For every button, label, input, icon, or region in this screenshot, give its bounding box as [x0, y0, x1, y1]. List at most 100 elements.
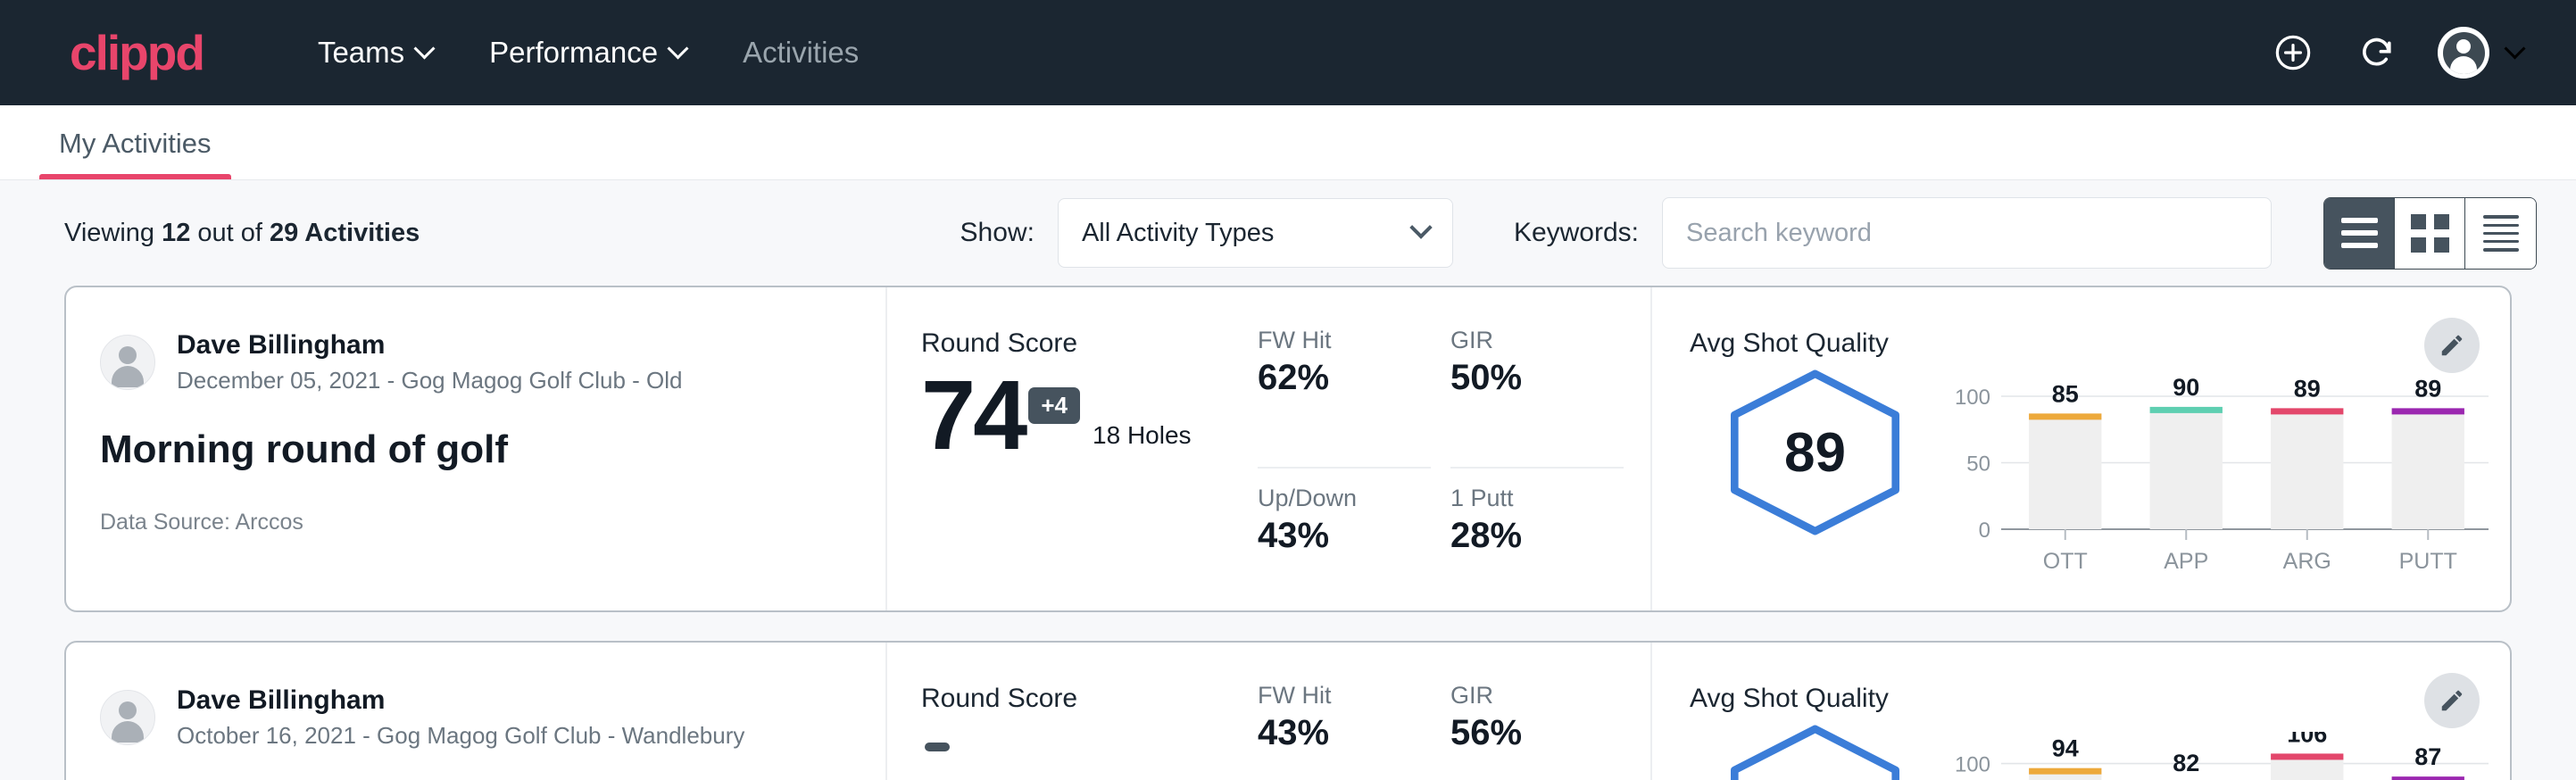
refresh-icon[interactable]: [2354, 29, 2400, 76]
quality-hexagon: [1724, 723, 1907, 780]
chevron-down-icon: [414, 37, 436, 59]
svg-text:APP: APP: [2164, 549, 2208, 574]
clippd-logo[interactable]: clippd: [70, 29, 204, 78]
svg-text:50: 50: [1966, 452, 1990, 477]
svg-text:94: 94: [2052, 735, 2079, 762]
stat-value: 28%: [1450, 516, 1609, 556]
list-view-icon: [2341, 214, 2378, 252]
edit-activity-button[interactable]: [2424, 673, 2480, 728]
list-view-button[interactable]: [2324, 198, 2395, 269]
nav-item-activities-label: Activities: [743, 36, 859, 70]
activity-title: Morning round of golf: [100, 427, 850, 472]
chevron-down-icon: [668, 37, 689, 59]
svg-text:82: 82: [2173, 750, 2199, 776]
player-header: Dave Billingham October 16, 2021 - Gog M…: [100, 684, 850, 751]
top-navbar: clippd Teams Performance Activities: [0, 0, 2576, 105]
stat-fw-hit: FW Hit 43%: [1258, 682, 1431, 780]
activity-type-value: All Activity Types: [1082, 219, 1274, 248]
activity-summary: Dave Billingham October 16, 2021 - Gog M…: [66, 643, 887, 780]
stat-up-down: Up/Down 43%: [1258, 469, 1431, 610]
avatar: [100, 335, 155, 390]
avg-shot-quality-block: Avg Shot Quality 89 05010085OTT90APP89AR…: [1650, 287, 2510, 610]
svg-text:OTT: OTT: [2043, 549, 2088, 574]
stat-value: 43%: [1258, 516, 1417, 556]
stat-value: 43%: [1258, 713, 1417, 753]
stat-label: GIR: [1450, 682, 1609, 709]
player-name: Dave Billingham: [177, 684, 744, 718]
viewing-total: 29: [270, 219, 298, 247]
avatar: [100, 690, 155, 745]
pencil-icon: [2439, 687, 2465, 714]
plus-circle-icon[interactable]: [2270, 29, 2316, 76]
activity-type-select[interactable]: All Activity Types: [1058, 198, 1453, 268]
score-to-par-badge: [925, 743, 950, 751]
tab-my-activities[interactable]: My Activities: [39, 128, 231, 179]
avg-shot-quality-label: Avg Shot Quality: [1690, 684, 2510, 714]
chevron-down-icon: [1409, 216, 1432, 238]
nav-item-teams[interactable]: Teams: [289, 25, 461, 80]
stat-label: FW Hit: [1258, 682, 1417, 709]
stat-gir: GIR 50%: [1450, 327, 1624, 469]
activity-meta: October 16, 2021 - Gog Magog Golf Club -…: [177, 721, 744, 751]
svg-text:100: 100: [1955, 753, 1990, 777]
viewing-prefix: Viewing: [64, 219, 162, 247]
svg-text:85: 85: [2052, 380, 2079, 407]
nav-item-teams-label: Teams: [318, 36, 404, 70]
stat-gir: GIR 56%: [1450, 682, 1624, 780]
view-mode-toggle: [2323, 197, 2537, 270]
svg-text:100: 100: [1955, 386, 1990, 410]
holes-played: 18 Holes: [1093, 421, 1192, 450]
filter-toolbar: Viewing 12 out of 29 Activities Show: Al…: [0, 180, 2576, 286]
round-stats: FW Hit 43% GIR 56%: [1258, 643, 1650, 780]
primary-nav: Teams Performance Activities: [289, 25, 887, 80]
activity-list: Dave Billingham December 05, 2021 - Gog …: [0, 286, 2576, 780]
stat-label: FW Hit: [1258, 327, 1417, 354]
show-label: Show:: [960, 218, 1035, 248]
svg-text:PUTT: PUTT: [2399, 549, 2457, 574]
svg-text:106: 106: [2287, 732, 2327, 747]
nav-item-performance-label: Performance: [489, 36, 658, 70]
activity-card[interactable]: Dave Billingham October 16, 2021 - Gog M…: [64, 641, 2512, 780]
quality-score-value: [1724, 723, 1907, 780]
round-score-label: Round Score: [921, 684, 1258, 714]
compact-view-button[interactable]: [2465, 198, 2536, 269]
stat-label: 1 Putt: [1450, 485, 1609, 512]
search-input[interactable]: [1662, 197, 2272, 269]
pencil-icon: [2439, 332, 2465, 359]
stat-fw-hit: FW Hit 62%: [1258, 327, 1431, 469]
round-score-label: Round Score: [921, 328, 1258, 359]
shot-quality-chart: 05010085OTT90APP89ARG89PUTT: [1940, 377, 2494, 577]
svg-text:87: 87: [2414, 743, 2441, 770]
round-stats: FW Hit 62% GIR 50% Up/Down 43% 1 Putt 28…: [1258, 287, 1650, 610]
nav-item-activities[interactable]: Activities: [714, 25, 887, 80]
keywords-label: Keywords:: [1514, 218, 1639, 248]
player-header: Dave Billingham December 05, 2021 - Gog …: [100, 328, 850, 395]
stat-one-putt: 1 Putt 28%: [1450, 469, 1624, 610]
avg-shot-quality-block: Avg Shot Quality 05010094OTT82APP106ARG8…: [1650, 643, 2510, 780]
round-score-block: Round Score 74 +4 18 Holes: [887, 287, 1258, 610]
data-source: Data Source: Arccos: [100, 510, 850, 535]
compact-view-icon: [2483, 212, 2519, 254]
player-name: Dave Billingham: [177, 328, 683, 362]
nav-item-performance[interactable]: Performance: [461, 25, 714, 80]
edit-activity-button[interactable]: [2424, 318, 2480, 373]
activity-summary: Dave Billingham December 05, 2021 - Gog …: [66, 287, 887, 610]
svg-text:ARG: ARG: [2283, 549, 2331, 574]
stat-value: 56%: [1450, 713, 1609, 753]
quality-hexagon: 89: [1724, 368, 1907, 537]
account-menu[interactable]: [2438, 27, 2522, 79]
stat-value: 62%: [1258, 358, 1417, 398]
tab-bar: My Activities: [0, 105, 2576, 180]
tab-my-activities-label: My Activities: [59, 128, 212, 159]
grid-view-button[interactable]: [2395, 198, 2465, 269]
grid-view-icon: [2411, 214, 2449, 253]
stat-value: 50%: [1450, 358, 1609, 398]
svg-text:0: 0: [1979, 519, 1990, 543]
activity-card[interactable]: Dave Billingham December 05, 2021 - Gog …: [64, 286, 2512, 612]
viewing-mid: out of: [190, 219, 270, 247]
shot-quality-chart: 05010094OTT82APP106ARG87PUTT: [1940, 732, 2494, 780]
viewing-suffix: Activities: [298, 219, 420, 247]
navbar-actions: [2270, 27, 2537, 79]
score-to-par-badge: +4: [1028, 387, 1080, 424]
round-score-value: 74: [921, 364, 1025, 468]
